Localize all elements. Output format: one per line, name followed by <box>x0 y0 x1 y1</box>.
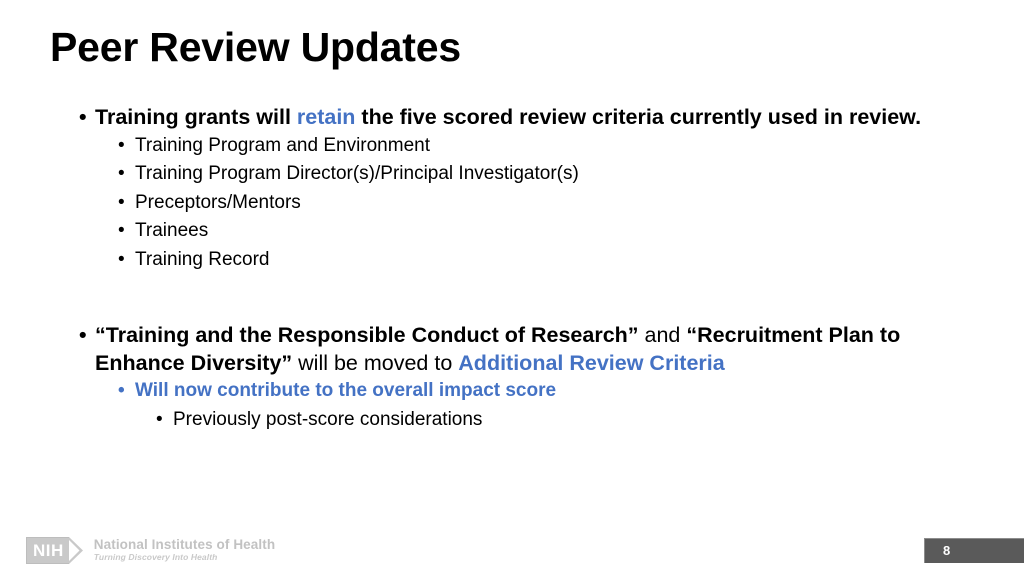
sub-item-label: Training Program and Environment <box>135 134 430 156</box>
bullet-glyph-icon: • <box>118 220 125 242</box>
sub-item-label: Preceptors/Mentors <box>135 191 301 213</box>
list-item-impact-score: • Will now contribute to the overall imp… <box>0 377 1024 406</box>
list-item: • Training Program Director(s)/Principal… <box>0 160 1024 189</box>
bullet-level1-training-grants: • Training grants will retain the five s… <box>0 104 1024 132</box>
bullet1-accent-retain: retain <box>296 105 356 129</box>
nih-monogram: NIH <box>26 536 69 564</box>
nih-logo-tagline: Turning Discovery Into Health <box>93 552 218 562</box>
slide-body: • Training grants will retain the five s… <box>0 104 1024 434</box>
bullet1-text-part2: the five scored review criteria currentl… <box>355 105 922 129</box>
sub-item-label: Trainees <box>135 220 209 242</box>
page-number: 8 <box>943 543 951 558</box>
nih-logo: NIH National Institutes of Health Turnin… <box>26 533 275 567</box>
list-item: • Trainees <box>0 217 1024 246</box>
chevron-right-icon <box>68 536 85 564</box>
page-number-bar: 8 <box>924 538 1024 563</box>
page-title: Peer Review Updates <box>50 24 461 70</box>
bullet-glyph-icon: • <box>118 380 125 402</box>
list-item-post-score: • Previously post-score considerations <box>0 406 1024 435</box>
bullet-glyph-icon: • <box>79 105 87 129</box>
bullet1-text-part1: Training grants will <box>95 105 297 129</box>
bullet-glyph-icon: • <box>118 248 125 270</box>
bullet-glyph-icon: • <box>79 323 87 348</box>
bullet2-conjunction: and <box>638 323 687 348</box>
bullet-glyph-icon: • <box>118 134 125 156</box>
bullet2-quote1: “Training and the Responsible Conduct of… <box>95 323 639 348</box>
sub-item-label: Training Record <box>135 248 270 270</box>
list-item: • Preceptors/Mentors <box>0 189 1024 218</box>
list-item: • Training Record <box>0 246 1024 275</box>
sub-item-label: Training Program Director(s)/Principal I… <box>135 163 579 185</box>
list-item: • Training Program and Environment <box>0 132 1024 161</box>
bullet-glyph-icon: • <box>118 163 125 185</box>
nih-logo-text: National Institutes of Health Turning Di… <box>94 537 275 563</box>
sub-sub-item-label: Previously post-score considerations <box>173 408 483 430</box>
bullet-glyph-icon: • <box>118 191 125 213</box>
nih-logo-mark: NIH <box>26 536 85 564</box>
slide-canvas: Peer Review Updates • Training grants wi… <box>0 0 1024 576</box>
sub-item-label: Will now contribute to the overall impac… <box>135 380 557 402</box>
bullet2-middle-text: will be moved to <box>292 350 459 375</box>
nih-logo-title: National Institutes of Health <box>93 537 276 552</box>
bullet2-accent-additional-review-criteria: Additional Review Criteria <box>458 350 725 375</box>
bullet-level1-additional-criteria: • “Training and the Responsible Conduct … <box>0 322 1024 377</box>
bullet-glyph-icon: • <box>156 408 163 430</box>
